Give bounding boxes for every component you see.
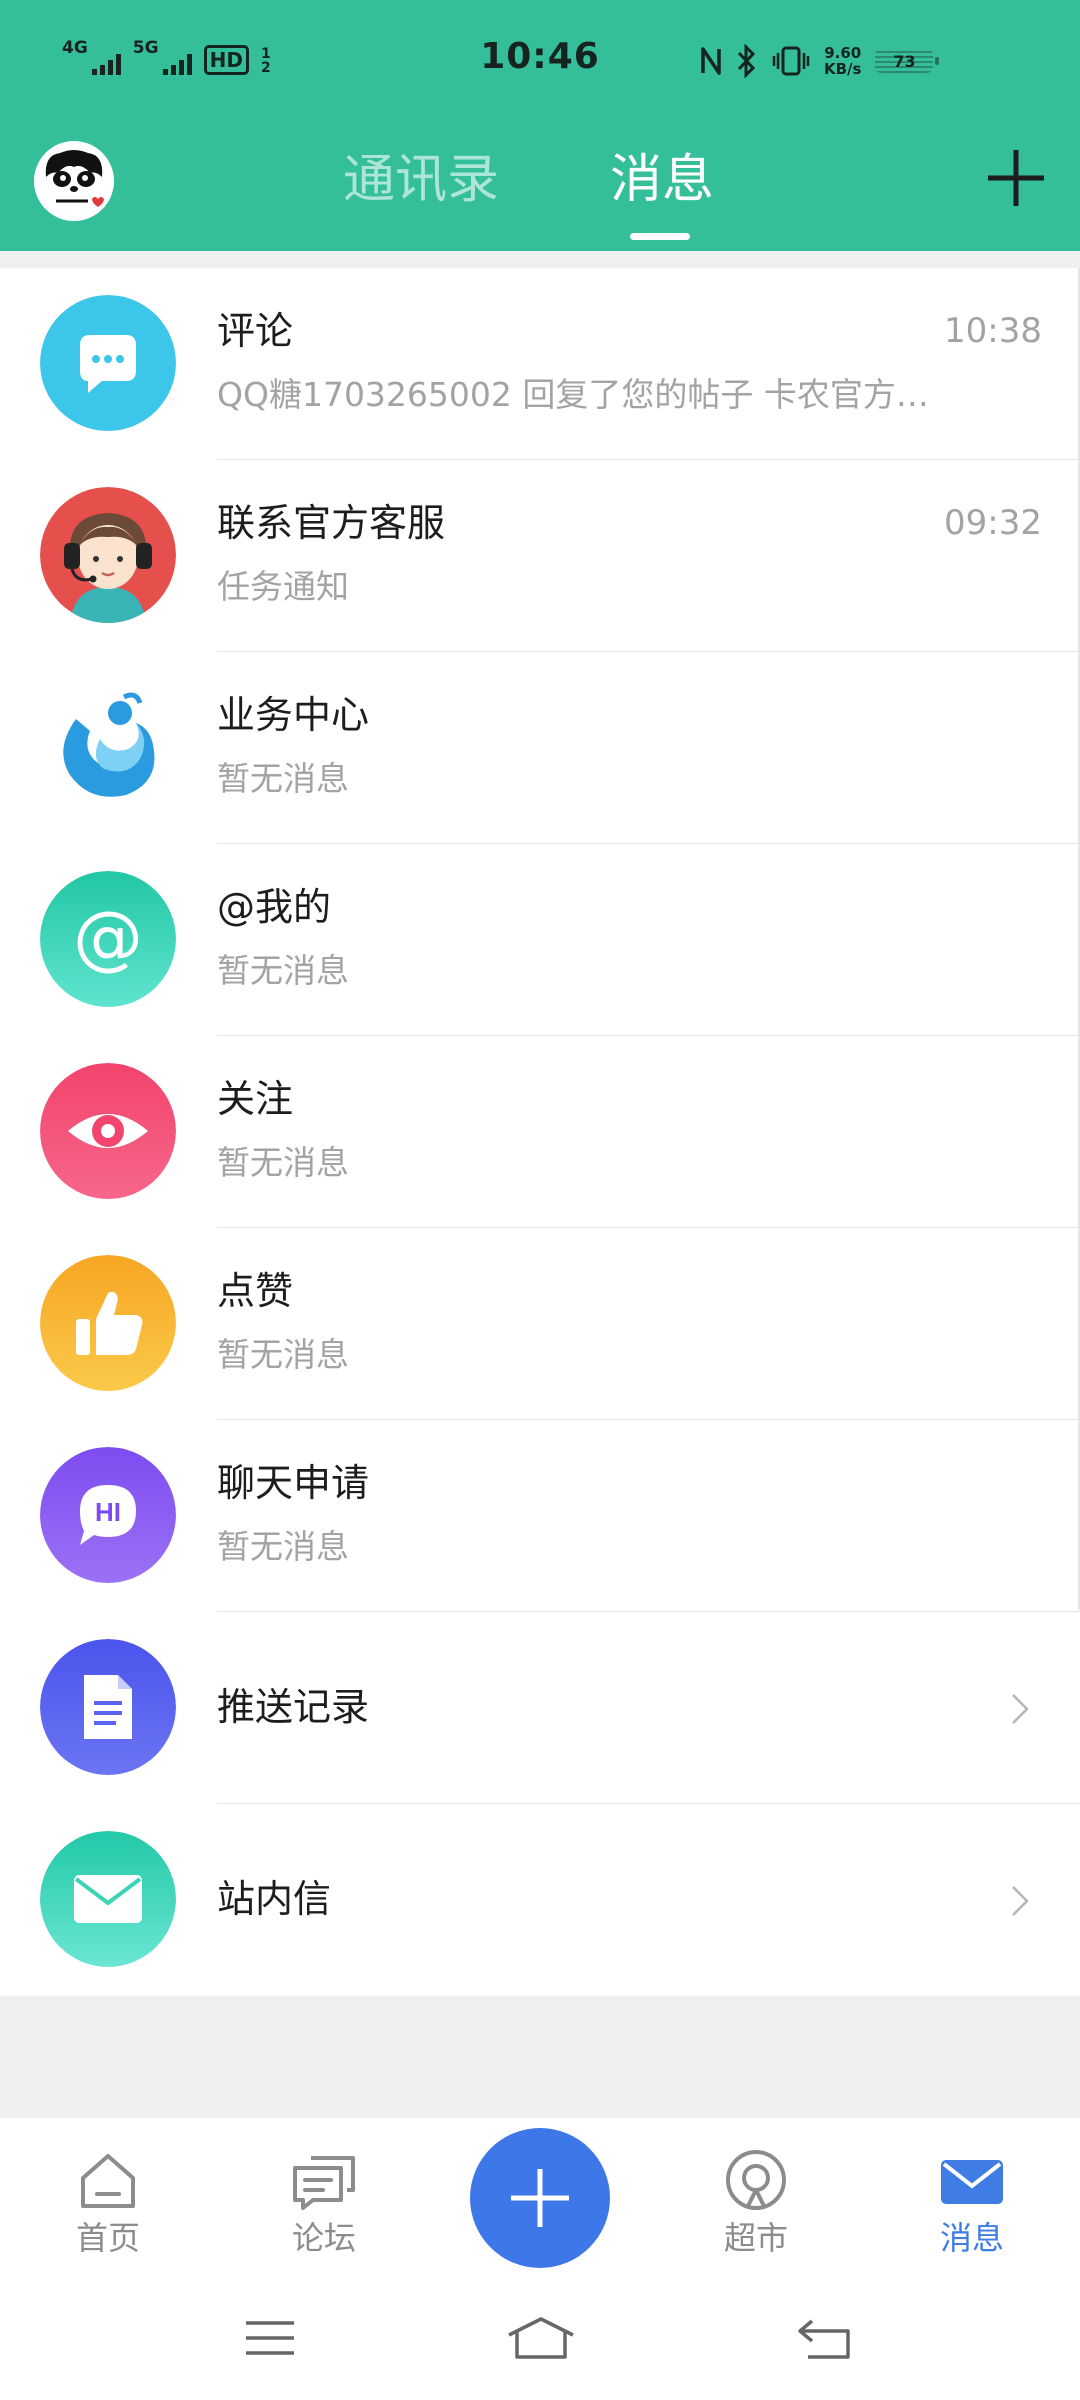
system-nav-bar	[0, 2283, 1080, 2400]
chevron-right-icon	[1012, 1886, 1029, 1916]
svg-text:@: @	[73, 896, 143, 978]
list-item-title: 站内信	[217, 1877, 332, 1921]
eye-icon	[40, 1063, 176, 1199]
top-tabs: 通讯录 消息	[0, 140, 1080, 250]
list-item-preview: 任务通知	[217, 567, 349, 606]
nav-home-label: 首页	[75, 2219, 140, 2257]
nav-messages[interactable]: 消息	[902, 2146, 1042, 2258]
bluetooth-icon	[737, 44, 756, 78]
list-item-chat-request[interactable]: HI 聊天申请 暂无消息	[0, 1420, 1080, 1612]
list-item-preview: 暂无消息	[217, 1527, 349, 1566]
list-item-title: 推送记录	[217, 1685, 370, 1729]
chat-request-icon: HI	[40, 1447, 176, 1583]
menu-icon[interactable]	[240, 2313, 300, 2363]
document-icon	[40, 1639, 176, 1775]
active-tab-indicator	[630, 233, 690, 240]
list-item-title: 点赞	[217, 1269, 294, 1313]
post-add-button[interactable]	[470, 2128, 610, 2268]
plus-icon	[511, 2169, 569, 2227]
nfc-icon	[701, 47, 721, 75]
vibrate-icon	[772, 46, 810, 76]
home-button-icon[interactable]	[505, 2313, 577, 2363]
list-item-preview: QQ糖1703265002 回复了您的帖子 卡农官方…	[217, 375, 929, 414]
nav-home[interactable]: 首页	[38, 2146, 178, 2258]
status-bar: 4G 5G HD 1 2 10:46 9.60 KB/s 73	[0, 0, 1080, 120]
list-item-title: 业务中心	[217, 693, 370, 737]
list-item-inbox[interactable]: 站内信	[0, 1804, 1080, 1996]
nav-forum-label: 论坛	[291, 2219, 356, 2257]
envelope-icon	[40, 1831, 176, 1967]
mail-icon	[941, 2160, 1003, 2204]
nav-messages-label: 消息	[939, 2219, 1004, 2257]
list-item-title: @我的	[217, 885, 332, 929]
battery-icon: 73	[875, 49, 940, 73]
battery-level: 73	[893, 51, 916, 71]
thumbs-up-icon	[40, 1255, 176, 1391]
list-item-follow[interactable]: 关注 暂无消息	[0, 1036, 1080, 1228]
chevron-right-icon	[1012, 1694, 1029, 1724]
list-item-preview: 暂无消息	[217, 759, 349, 798]
list-item-comments[interactable]: 评论 10:38 QQ糖1703265002 回复了您的帖子 卡农官方…	[0, 268, 1080, 460]
nav-market-label: 超市	[723, 2219, 788, 2257]
tab-contacts[interactable]: 通讯录	[343, 150, 499, 210]
list-item-preview: 暂无消息	[217, 1143, 349, 1182]
list-item-title: 聊天申请	[217, 1461, 370, 1505]
back-icon[interactable]	[794, 2313, 854, 2363]
list-item-time: 10:38	[944, 311, 1042, 351]
comment-bubble-icon	[40, 295, 176, 431]
tab-messages[interactable]: 消息	[610, 150, 714, 210]
list-item-title: 关注	[217, 1077, 294, 1121]
list-item-push-records[interactable]: 推送记录	[0, 1612, 1080, 1804]
list-item-title: 联系官方客服	[217, 501, 446, 545]
customer-service-icon	[40, 487, 176, 623]
nav-forum[interactable]: 论坛	[254, 2146, 394, 2258]
top-header: 4G 5G HD 1 2 10:46 9.60 KB/s 73 通讯录 消息	[0, 0, 1080, 251]
list-item-mentions[interactable]: @ @我的 暂无消息	[0, 844, 1080, 1036]
market-icon	[726, 2150, 786, 2210]
list-item-time: 09:32	[944, 503, 1042, 543]
list-item-business-center[interactable]: 业务中心 暂无消息	[0, 652, 1080, 844]
network-speed: 9.60 KB/s	[824, 45, 861, 77]
add-icon[interactable]	[986, 148, 1046, 208]
forum-icon	[293, 2156, 355, 2210]
list-item-customer-service[interactable]: 联系官方客服 09:32 任务通知	[0, 460, 1080, 652]
speed-value: 9.60	[824, 44, 862, 62]
list-item-preview: 暂无消息	[217, 951, 349, 990]
at-mention-icon: @	[40, 871, 176, 1007]
home-icon	[81, 2154, 135, 2208]
chat-request-icon-text: HI	[95, 1497, 121, 1527]
list-item-preview: 暂无消息	[217, 1335, 349, 1374]
message-list: 评论 10:38 QQ糖1703265002 回复了您的帖子 卡农官方… 联系官…	[0, 268, 1080, 1996]
status-right-icons: 9.60 KB/s 73	[700, 40, 940, 82]
nav-market[interactable]: 超市	[686, 2146, 826, 2258]
business-center-icon	[40, 679, 176, 815]
speed-unit: KB/s	[824, 60, 862, 78]
list-item-likes[interactable]: 点赞 暂无消息	[0, 1228, 1080, 1420]
list-item-title: 评论	[217, 309, 294, 353]
